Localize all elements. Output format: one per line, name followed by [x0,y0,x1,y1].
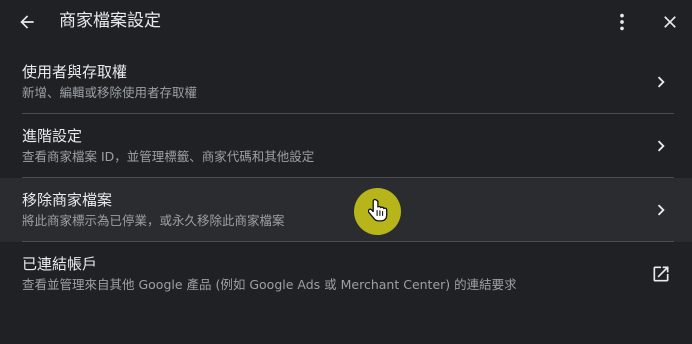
list-item-title: 進階設定 [22,127,83,145]
list-item-title: 移除商家檔案 [22,191,113,209]
list-item-remove-profile[interactable]: 移除商家檔案 將此商家標示為已停業，或永久移除此商家檔案 [0,178,692,242]
list-item-advanced-settings[interactable]: 進階設定 查看商家檔案 ID，並管理標籤、商家代碼和其他設定 [0,114,692,178]
list-item-title: 使用者與存取權 [22,63,128,81]
back-button[interactable] [14,9,40,35]
list-item-title: 已連結帳戶 [22,255,98,273]
chevron-right-icon [650,135,672,157]
close-icon [664,16,676,28]
list-item-users-access[interactable]: 使用者與存取權 新增、編輯或移除使用者存取權 [0,50,692,114]
open-in-new-icon [650,263,672,285]
chevron-right-icon [650,71,672,93]
list-item-subtitle: 將此商家標示為已停業，或永久移除此商家檔案 [22,213,285,228]
arrow-left-icon [20,15,34,29]
more-vert-icon [620,13,624,31]
list-item-linked-accounts[interactable]: 已連結帳戶 查看並管理來自其他 Google 產品 (例如 Google Ads… [0,242,692,306]
close-button[interactable] [656,8,684,36]
list-item-subtitle: 查看商家檔案 ID，並管理標籤、商家代碼和其他設定 [22,149,315,164]
chevron-right-icon [650,199,672,221]
list-item-subtitle: 查看並管理來自其他 Google 產品 (例如 Google Ads 或 Mer… [22,277,517,292]
page-title: 商家檔案設定 [59,11,161,31]
settings-list: 使用者與存取權 新增、編輯或移除使用者存取權 進階設定 查看商家檔案 ID，並管… [0,50,692,306]
list-item-subtitle: 新增、編輯或移除使用者存取權 [22,85,198,100]
header: 商家檔案設定 [0,0,692,44]
more-options-button[interactable] [608,8,636,36]
